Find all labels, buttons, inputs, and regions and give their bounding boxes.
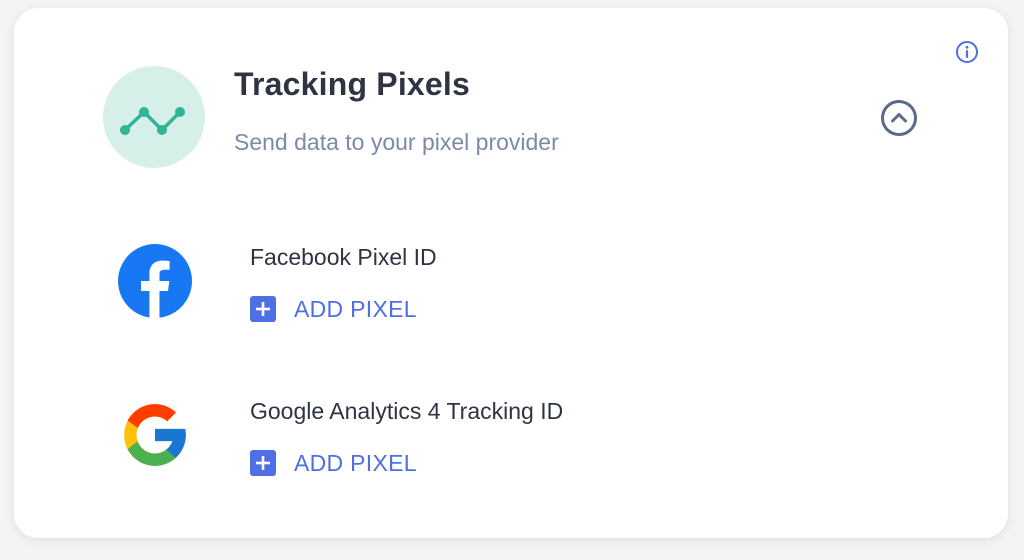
add-pixel-label: ADD PIXEL: [294, 449, 417, 476]
plus-icon: [250, 296, 276, 322]
facebook-pixel-label: Facebook Pixel ID: [250, 244, 437, 270]
facebook-logo-icon: [118, 244, 192, 318]
add-facebook-pixel-button[interactable]: ADD PIXEL: [250, 292, 417, 326]
plus-icon: [250, 450, 276, 476]
card-subtitle: Send data to your pixel provider: [234, 129, 559, 155]
trend-line-icon: [103, 66, 205, 168]
card-title: Tracking Pixels: [234, 66, 471, 102]
google-analytics-label: Google Analytics 4 Tracking ID: [250, 398, 564, 424]
chevron-up-circle-icon[interactable]: [880, 99, 918, 137]
add-google-pixel-button[interactable]: ADD PIXEL: [250, 446, 417, 480]
tracking-pixels-card: Tracking Pixels Send data to your pixel …: [14, 8, 1008, 538]
provider-google-analytics: Google Analytics 4 Tracking ID ADD PIXEL: [14, 394, 1008, 504]
provider-facebook: Facebook Pixel ID ADD PIXEL: [14, 240, 1008, 350]
google-logo-icon: [118, 398, 192, 472]
add-pixel-label: ADD PIXEL: [294, 295, 417, 322]
info-icon[interactable]: [955, 40, 979, 64]
